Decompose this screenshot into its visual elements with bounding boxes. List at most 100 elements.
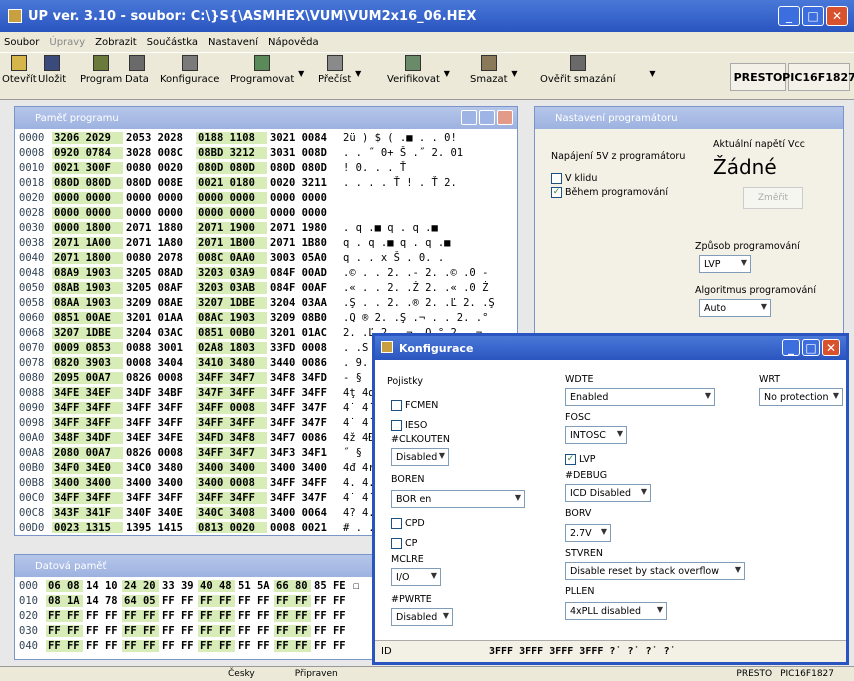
hex-cell[interactable]: 14 78 bbox=[83, 594, 121, 607]
hex-cell[interactable]: 3400 0064 bbox=[267, 506, 339, 519]
hex-cell[interactable]: 0023 1315 bbox=[51, 521, 123, 533]
hex-cell[interactable]: 0008 3404 bbox=[123, 356, 195, 369]
hex-cell[interactable]: 1395 1415 bbox=[123, 521, 195, 533]
hex-cell[interactable]: 34F7 0086 bbox=[267, 431, 339, 444]
hex-cell[interactable]: 0021 0180 bbox=[195, 176, 267, 189]
hex-cell[interactable]: 3440 0086 bbox=[267, 356, 339, 369]
hex-cell[interactable]: 0000 0000 bbox=[51, 206, 123, 219]
hex-cell[interactable]: 3400 3400 bbox=[51, 476, 123, 489]
hex-cell[interactable]: 0008 0021 bbox=[267, 521, 339, 533]
hex-cell[interactable]: 340C 3408 bbox=[195, 506, 267, 519]
hex-cell[interactable]: FF FF bbox=[159, 594, 197, 607]
hex-cell[interactable]: 3206 2029 bbox=[51, 131, 123, 144]
stvren-select[interactable]: Disable reset by stack overflow ▼ bbox=[565, 562, 745, 580]
hex-cell[interactable]: 34FF 34FF bbox=[51, 416, 123, 429]
hex-cell[interactable]: 0080 2078 bbox=[123, 251, 195, 264]
hex-cell[interactable]: 2053 2028 bbox=[123, 131, 195, 144]
hex-cell[interactable]: 3410 3480 bbox=[195, 356, 267, 369]
erase-button[interactable]: Smazat ▼ bbox=[470, 55, 518, 85]
hex-cell[interactable]: 0000 0000 bbox=[123, 191, 195, 204]
menu-zobrazit[interactable]: Zobrazit bbox=[95, 37, 137, 48]
chevron-down-icon[interactable]: ▼ bbox=[511, 69, 517, 78]
hex-cell[interactable]: 34FF 347F bbox=[267, 491, 339, 504]
hex-cell[interactable]: 0000 0000 bbox=[123, 206, 195, 219]
hex-cell[interactable]: FF FF bbox=[159, 639, 197, 652]
during-programming-checkbox[interactable]: ✓ Během programování bbox=[551, 187, 668, 198]
hex-cell[interactable]: 0000 0000 bbox=[195, 206, 267, 219]
hex-cell[interactable]: FF FF bbox=[311, 639, 349, 652]
verify-button[interactable]: Verifikovat ▼ bbox=[387, 55, 450, 85]
device-indicator[interactable]: PIC16F1827 bbox=[782, 63, 854, 91]
hex-cell[interactable]: 08BD 3212 bbox=[195, 146, 267, 159]
chevron-down-icon[interactable]: ▼ bbox=[444, 69, 450, 78]
hex-cell[interactable]: 2080 00A7 bbox=[51, 446, 123, 459]
hex-cell[interactable]: 2071 1A00 bbox=[51, 236, 123, 249]
read-button[interactable]: Přečíst ▼ bbox=[318, 55, 361, 85]
hex-cell[interactable]: 3209 08AE bbox=[123, 296, 195, 309]
idle-power-checkbox[interactable]: V klidu bbox=[551, 173, 597, 184]
fosc-select[interactable]: INTOSC ▼ bbox=[565, 426, 627, 444]
hex-cell[interactable]: FF FF bbox=[83, 639, 121, 652]
hex-cell[interactable]: 34FE 34EF bbox=[51, 386, 123, 399]
algorithm-select[interactable]: Auto ▼ bbox=[699, 299, 771, 317]
hex-cell[interactable]: 34FF 0008 bbox=[195, 401, 267, 414]
hex-cell[interactable]: 0000 1800 bbox=[51, 221, 123, 234]
hex-cell[interactable]: 0000 0000 bbox=[267, 206, 339, 219]
hex-cell[interactable]: FF FF bbox=[121, 609, 159, 622]
hex-cell[interactable]: 340F 340E bbox=[123, 506, 195, 519]
hex-cell[interactable]: 08AB 1903 bbox=[51, 281, 123, 294]
pllen-select[interactable]: 4xPLL disabled ▼ bbox=[565, 602, 667, 620]
hex-cell[interactable]: 64 05 bbox=[121, 594, 159, 607]
hex-cell[interactable]: FF FF bbox=[83, 624, 121, 637]
hex-cell[interactable]: 34FF 34FF bbox=[123, 491, 195, 504]
hex-cell[interactable]: 66 80 bbox=[273, 579, 311, 592]
hex-cell[interactable]: FF FF bbox=[45, 624, 83, 637]
menu-upravy[interactable]: Úpravy bbox=[49, 37, 85, 48]
hex-cell[interactable]: 0000 0000 bbox=[195, 191, 267, 204]
minimize-button[interactable] bbox=[461, 110, 477, 125]
prog-method-select[interactable]: LVP ▼ bbox=[699, 255, 751, 273]
hex-cell[interactable]: 34FD 34F8 bbox=[195, 431, 267, 444]
hex-cell[interactable]: 33FD 0008 bbox=[267, 341, 339, 354]
hex-cell[interactable]: 3003 05A0 bbox=[267, 251, 339, 264]
hex-cell[interactable]: 3028 008C bbox=[123, 146, 195, 159]
hex-cell[interactable]: FF FF bbox=[273, 609, 311, 622]
hex-cell[interactable]: 3201 01AA bbox=[123, 311, 195, 324]
hex-cell[interactable]: 080D 008E bbox=[123, 176, 195, 189]
hex-cell[interactable]: 3209 08B0 bbox=[267, 311, 339, 324]
hex-cell[interactable]: FF FF bbox=[197, 594, 235, 607]
hex-cell[interactable]: FF FF bbox=[45, 609, 83, 622]
hex-cell[interactable]: 34FF 34FF bbox=[51, 491, 123, 504]
save-button[interactable]: Uložit bbox=[38, 55, 66, 85]
hex-cell[interactable]: 14 10 bbox=[83, 579, 121, 592]
hex-cell[interactable]: 08 1A bbox=[45, 594, 83, 607]
hex-cell[interactable]: FF FF bbox=[197, 609, 235, 622]
hex-cell[interactable]: 0080 0020 bbox=[123, 161, 195, 174]
hex-cell[interactable]: 3201 01AC bbox=[267, 326, 339, 339]
hex-cell[interactable]: 0000 0000 bbox=[267, 191, 339, 204]
hex-cell[interactable]: 0851 00B0 bbox=[195, 326, 267, 339]
hex-cell[interactable]: 3400 3400 bbox=[195, 461, 267, 474]
hex-cell[interactable]: 2071 1980 bbox=[267, 221, 339, 234]
hex-cell[interactable]: 3400 0008 bbox=[195, 476, 267, 489]
hex-cell[interactable]: 0826 0008 bbox=[123, 371, 195, 384]
menu-soucastka[interactable]: Součástka bbox=[147, 37, 198, 48]
hex-cell[interactable]: FF FF bbox=[311, 609, 349, 622]
hex-cell[interactable]: 3203 03A9 bbox=[195, 266, 267, 279]
hex-cell[interactable]: FF FF bbox=[311, 624, 349, 637]
chevron-down-icon[interactable]: ▼ bbox=[649, 69, 655, 78]
debug-select[interactable]: ICD Disabled ▼ bbox=[565, 484, 651, 502]
lvp-checkbox[interactable]: ✓ LVP bbox=[565, 454, 595, 465]
hex-cell[interactable]: 3205 08AF bbox=[123, 281, 195, 294]
hex-cell[interactable]: FF FF bbox=[273, 639, 311, 652]
hex-cell[interactable]: 3207 1DBE bbox=[195, 296, 267, 309]
minimize-button[interactable]: _ bbox=[782, 339, 800, 356]
data-hex-grid[interactable]: 000 06 08 14 10 24 20 33 39 40 48 51 5A 66 80 85… bbox=[17, 578, 371, 657]
hex-cell[interactable]: 34FF 347F bbox=[267, 401, 339, 414]
borv-select[interactable]: 2.7V ▼ bbox=[565, 524, 611, 542]
hex-cell[interactable]: 2071 1A80 bbox=[123, 236, 195, 249]
hex-cell[interactable]: FF FF bbox=[197, 639, 235, 652]
hex-cell[interactable]: 343F 341F bbox=[51, 506, 123, 519]
hex-cell[interactable]: FF FF bbox=[83, 609, 121, 622]
hex-cell[interactable]: FF FF bbox=[197, 624, 235, 637]
